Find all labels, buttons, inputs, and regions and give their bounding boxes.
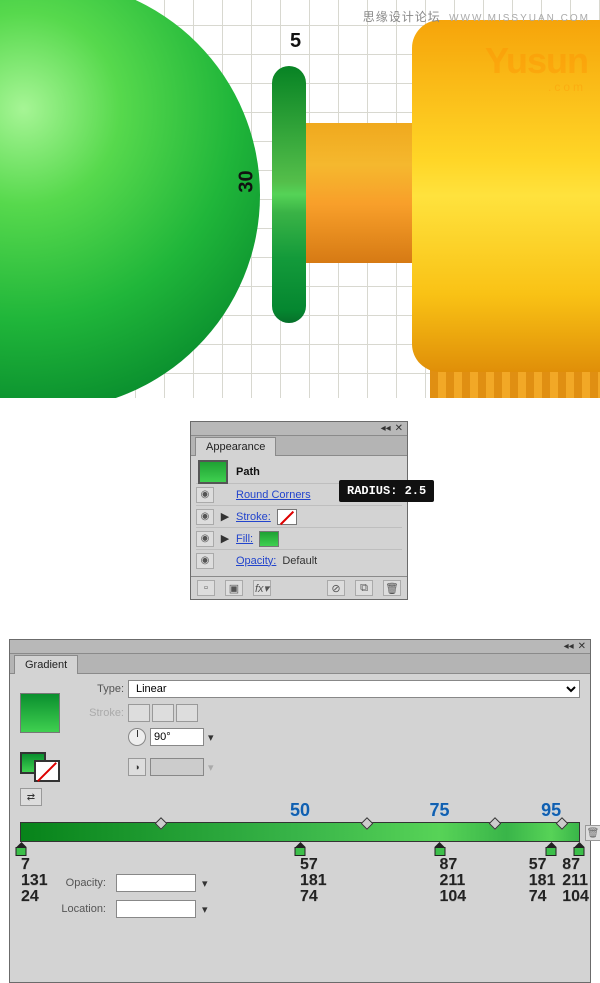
watermark-site: WWW.MISSYUAN.COM <box>449 13 590 24</box>
opacity-link[interactable]: Opacity: <box>236 555 276 567</box>
stroke-align-2[interactable] <box>152 704 174 722</box>
add-effect-button[interactable]: fx▾ <box>253 580 271 596</box>
fill-stroke-proxy[interactable] <box>20 752 60 782</box>
stop-opacity-input[interactable] <box>116 874 196 892</box>
stop-rgb-label: 57 181 74 <box>529 857 556 905</box>
stroke-swatch-none[interactable] <box>277 509 297 525</box>
gradient-stop[interactable] <box>295 842 306 855</box>
aspect-dropdown-icon: ▾ <box>208 761 214 774</box>
reverse-gradient-button[interactable]: ⇄ <box>20 788 42 806</box>
watermark-logo-sub: .com <box>548 80 586 94</box>
stroke-label: Stroke: <box>78 707 128 719</box>
gradient-slider[interactable]: 🗑 50 75 95 7 131 24 57 181 74 87 211 104… <box>20 822 580 842</box>
panel-tabbar: Gradient <box>10 654 590 674</box>
delete-stop-button[interactable]: 🗑 <box>585 825 600 841</box>
stop-location-label: 50 <box>290 801 310 819</box>
midpoint-handle[interactable] <box>154 817 167 830</box>
midpoint-handle[interactable] <box>489 817 502 830</box>
type-select[interactable]: Linear <box>128 680 580 698</box>
watermark-logo: Yusun <box>485 40 588 82</box>
dimension-width: 5 <box>290 30 301 53</box>
stroke-align-1[interactable] <box>128 704 150 722</box>
panel-controls: ◂◂ ✕ <box>191 422 407 436</box>
appearance-panel: ◂◂ ✕ Appearance Path ◉ Round Corners ◉ ▶… <box>190 421 408 600</box>
stroke-align-3[interactable] <box>176 704 198 722</box>
gradient-panel: ◂◂ ✕ Gradient Type: Linear Stroke: ▾ ◑ <box>9 639 591 983</box>
stop-location-label: 75 <box>429 801 449 819</box>
opacity-value: Default <box>282 555 317 567</box>
panel-body: Path ◉ Round Corners ◉ ▶ Stroke: ◉ ▶ Fil… <box>191 456 407 576</box>
panel-tabbar: Appearance <box>191 436 407 456</box>
gradient-stop[interactable] <box>574 842 585 855</box>
effect-round-corners[interactable]: Round Corners <box>236 489 311 501</box>
angle-input[interactable] <box>150 728 204 746</box>
visibility-toggle[interactable]: ◉ <box>196 531 214 547</box>
gradient-stop[interactable] <box>434 842 445 855</box>
panel-body: Type: Linear Stroke: ▾ ◑ ▾ ⇄ 🗑 <box>10 674 590 982</box>
stroke-align-buttons <box>128 704 580 722</box>
panel-controls: ◂◂ ✕ <box>10 640 590 654</box>
aspect-icon: ◑ <box>128 758 146 776</box>
midpoint-handle[interactable] <box>361 817 374 830</box>
stop-rgb-label: 87 211 104 <box>562 857 589 905</box>
close-icon[interactable]: ✕ <box>578 641 586 653</box>
dimension-height: 30 <box>236 170 259 192</box>
proxy-stroke-icon <box>34 760 60 782</box>
add-fill-button[interactable]: ▣ <box>225 580 243 596</box>
green-spacer <box>272 66 306 323</box>
dropdown-icon[interactable]: ▾ <box>202 877 208 890</box>
watermark-text: 思缘设计论坛 WWW.MISSYUAN.COM <box>363 8 590 25</box>
fill-swatch[interactable] <box>259 531 279 547</box>
stroke-link[interactable]: Stroke: <box>236 511 271 523</box>
close-icon[interactable]: ✕ <box>395 423 403 435</box>
selection-swatch[interactable] <box>198 460 228 484</box>
aspect-input <box>150 758 204 776</box>
radius-tooltip: RADIUS: 2.5 <box>339 480 434 502</box>
yellow-teeth <box>430 370 600 398</box>
expand-icon[interactable]: ▶ <box>220 532 230 545</box>
gradient-stop[interactable] <box>546 842 557 855</box>
trash-button[interactable]: 🗑 <box>383 580 401 596</box>
fill-link[interactable]: Fill: <box>236 533 253 545</box>
stop-rgb-label: 57 181 74 <box>300 857 327 905</box>
gradient-stop[interactable] <box>16 842 27 855</box>
add-stroke-button[interactable]: ▫ <box>197 580 215 596</box>
dropdown-icon[interactable]: ▾ <box>202 903 208 916</box>
clear-appearance-button[interactable]: ⊘ <box>327 580 345 596</box>
object-type-label: Path <box>236 466 260 478</box>
type-label: Type: <box>78 683 128 695</box>
angle-dial[interactable] <box>128 728 146 746</box>
orange-cylinder <box>300 123 430 263</box>
stop-location-input[interactable] <box>116 900 196 918</box>
panel-footer: ▫ ▣ fx▾ ⊘ ⧉ 🗑 <box>191 576 407 599</box>
artboard: 5 30 思缘设计论坛 WWW.MISSYUAN.COM Yusun .com <box>0 0 600 398</box>
tab-appearance[interactable]: Appearance <box>195 437 276 456</box>
collapse-icon[interactable]: ◂◂ <box>381 423 391 435</box>
expand-icon[interactable]: ▶ <box>220 510 230 523</box>
tab-gradient[interactable]: Gradient <box>14 655 78 674</box>
stop-rgb-label: 7 131 24 <box>21 857 48 905</box>
duplicate-button[interactable]: ⧉ <box>355 580 373 596</box>
visibility-toggle[interactable]: ◉ <box>196 487 214 503</box>
stop-location-label: 95 <box>541 801 561 819</box>
collapse-icon[interactable]: ◂◂ <box>564 641 574 653</box>
stop-rgb-label: 87 211 104 <box>440 857 467 905</box>
visibility-toggle[interactable]: ◉ <box>196 509 214 525</box>
angle-dropdown-icon[interactable]: ▾ <box>208 731 214 744</box>
gradient-preview[interactable] <box>20 693 60 733</box>
visibility-toggle[interactable]: ◉ <box>196 553 214 569</box>
watermark-cn: 思缘设计论坛 <box>363 10 441 24</box>
